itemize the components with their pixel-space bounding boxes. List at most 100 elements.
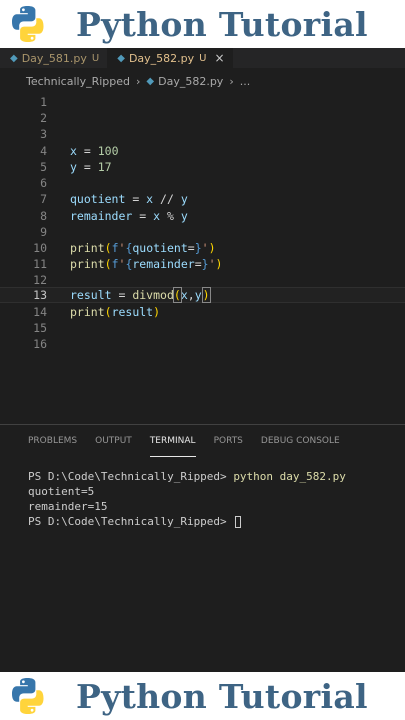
breadcrumb: Technically_Ripped › ◆ Day_582.py › ...: [0, 68, 405, 94]
tab-day-582[interactable]: ◆ Day_582.py U ×: [107, 48, 233, 68]
python-file-icon: ◆: [146, 75, 155, 87]
tab-ports[interactable]: PORTS: [214, 425, 243, 457]
terminal-command: python day_582.py: [233, 470, 346, 483]
line-number: 11: [33, 257, 47, 271]
terminal-prompt: PS D:\Code\Technically_Ripped>: [28, 470, 234, 483]
code-token: 17: [97, 160, 112, 174]
code-token: x: [70, 144, 77, 158]
terminal-line: PS D:\Code\Technically_Ripped> python da…: [28, 469, 405, 484]
code-editor[interactable]: 1 2 3 4 x = 100 5 y = 17 6 7 quotient = x /…: [0, 94, 405, 424]
code-line: 1: [0, 94, 405, 110]
bottom-banner: Python Tutorial: [0, 672, 405, 720]
code-token: x: [153, 209, 161, 223]
code-token: (: [104, 305, 112, 319]
code-line: 12: [0, 272, 405, 288]
python-logo-icon: [12, 6, 44, 42]
code-token: =: [132, 209, 154, 223]
tab-day-581[interactable]: ◆ Day_581.py U: [0, 48, 107, 68]
code-token: (: [172, 287, 182, 303]
code-line: 15: [0, 320, 405, 336]
code-token: =: [111, 288, 133, 302]
code-token: ): [215, 257, 223, 271]
code-token: print: [70, 305, 105, 319]
line-number: 6: [40, 176, 47, 190]
line-number: 10: [33, 241, 47, 255]
editor-tab-bar: ◆ Day_581.py U ◆ Day_582.py U ×: [0, 48, 405, 68]
line-number: 4: [40, 144, 47, 158]
terminal-prompt: PS D:\Code\Technically_Ripped>: [28, 515, 234, 528]
tab-terminal[interactable]: TERMINAL: [149, 425, 196, 457]
code-line: 14 print(result): [0, 304, 405, 320]
code-token: }: [194, 241, 202, 255]
code-token: 100: [97, 144, 119, 158]
code-line: 5 y = 17: [0, 159, 405, 175]
terminal-output: remainder=15: [28, 500, 108, 513]
code-line: 9: [0, 224, 405, 240]
code-token: remainder: [70, 209, 133, 223]
code-line: 2: [0, 110, 405, 126]
tab-label: Day_581.py: [21, 51, 87, 65]
code-token: }: [201, 257, 209, 271]
banner-title: Python Tutorial: [76, 4, 368, 44]
code-token: //: [153, 192, 181, 206]
python-file-icon: ◆: [117, 52, 125, 64]
bottom-panel: PROBLEMS OUTPUT TERMINAL PORTS DEBUG CON…: [0, 424, 405, 672]
code-token: ': [201, 241, 209, 255]
code-line: 10 print(f'{quotient=}'): [0, 240, 405, 256]
terminal-line: PS D:\Code\Technically_Ripped>: [28, 514, 405, 529]
code-line: 4 x = 100: [0, 143, 405, 159]
code-token: ,: [187, 288, 195, 302]
code-token: y: [194, 288, 202, 302]
code-token: quotient: [70, 192, 126, 206]
banner-title: Python Tutorial: [76, 676, 368, 716]
code-token: remainder: [132, 257, 195, 271]
breadcrumb-folder[interactable]: Technically_Ripped: [26, 75, 130, 88]
code-token: print: [70, 257, 105, 271]
code-token: y: [180, 209, 188, 223]
code-token: ): [208, 241, 216, 255]
code-token: =: [125, 192, 147, 206]
line-number: 1: [40, 95, 47, 109]
chevron-right-icon: ›: [229, 74, 234, 88]
line-number: 2: [40, 111, 47, 125]
tab-problems[interactable]: PROBLEMS: [28, 425, 77, 457]
code-token: =: [76, 160, 98, 174]
code-token: ): [153, 305, 161, 319]
code-line: 6: [0, 175, 405, 191]
panel-tab-bar: PROBLEMS OUTPUT TERMINAL PORTS DEBUG CON…: [0, 425, 405, 457]
code-token: ): [201, 287, 211, 303]
line-number: 15: [33, 321, 47, 335]
breadcrumb-more[interactable]: ...: [240, 75, 251, 88]
code-token: %: [160, 209, 181, 223]
code-token: result: [70, 288, 112, 302]
terminal[interactable]: PS D:\Code\Technically_Ripped> python da…: [0, 469, 405, 529]
code-line: 8 remainder = x % y: [0, 208, 405, 224]
terminal-output: quotient=5: [28, 485, 95, 498]
code-token: y: [70, 160, 77, 174]
line-number: 3: [40, 127, 47, 141]
tab-debug-console[interactable]: DEBUG CONSOLE: [261, 425, 340, 457]
line-number: 13: [33, 288, 47, 302]
current-code-line: 13 result = divmod(x,y): [0, 287, 405, 303]
code-token: (: [104, 241, 112, 255]
line-number: 9: [40, 225, 47, 239]
line-number: 14: [33, 305, 47, 319]
code-line: 16: [0, 336, 405, 352]
code-token: =: [76, 144, 98, 158]
code-line: 3: [0, 126, 405, 142]
code-token: result: [111, 305, 154, 319]
python-file-icon: ◆: [10, 52, 18, 64]
close-icon[interactable]: ×: [215, 51, 225, 65]
code-token: =: [187, 241, 195, 255]
line-number: 12: [33, 273, 47, 287]
line-number: 5: [40, 160, 47, 174]
tab-output[interactable]: OUTPUT: [95, 425, 132, 457]
code-token: y: [180, 192, 188, 206]
code-token: f: [111, 257, 119, 271]
code-line: 11 print(f'{remainder=}'): [0, 256, 405, 272]
code-token: (: [104, 257, 112, 271]
untracked-badge: U: [91, 52, 100, 64]
code-token: f: [111, 241, 119, 255]
breadcrumb-file[interactable]: Day_582.py: [158, 75, 223, 88]
tab-label: Day_582.py: [128, 51, 195, 65]
